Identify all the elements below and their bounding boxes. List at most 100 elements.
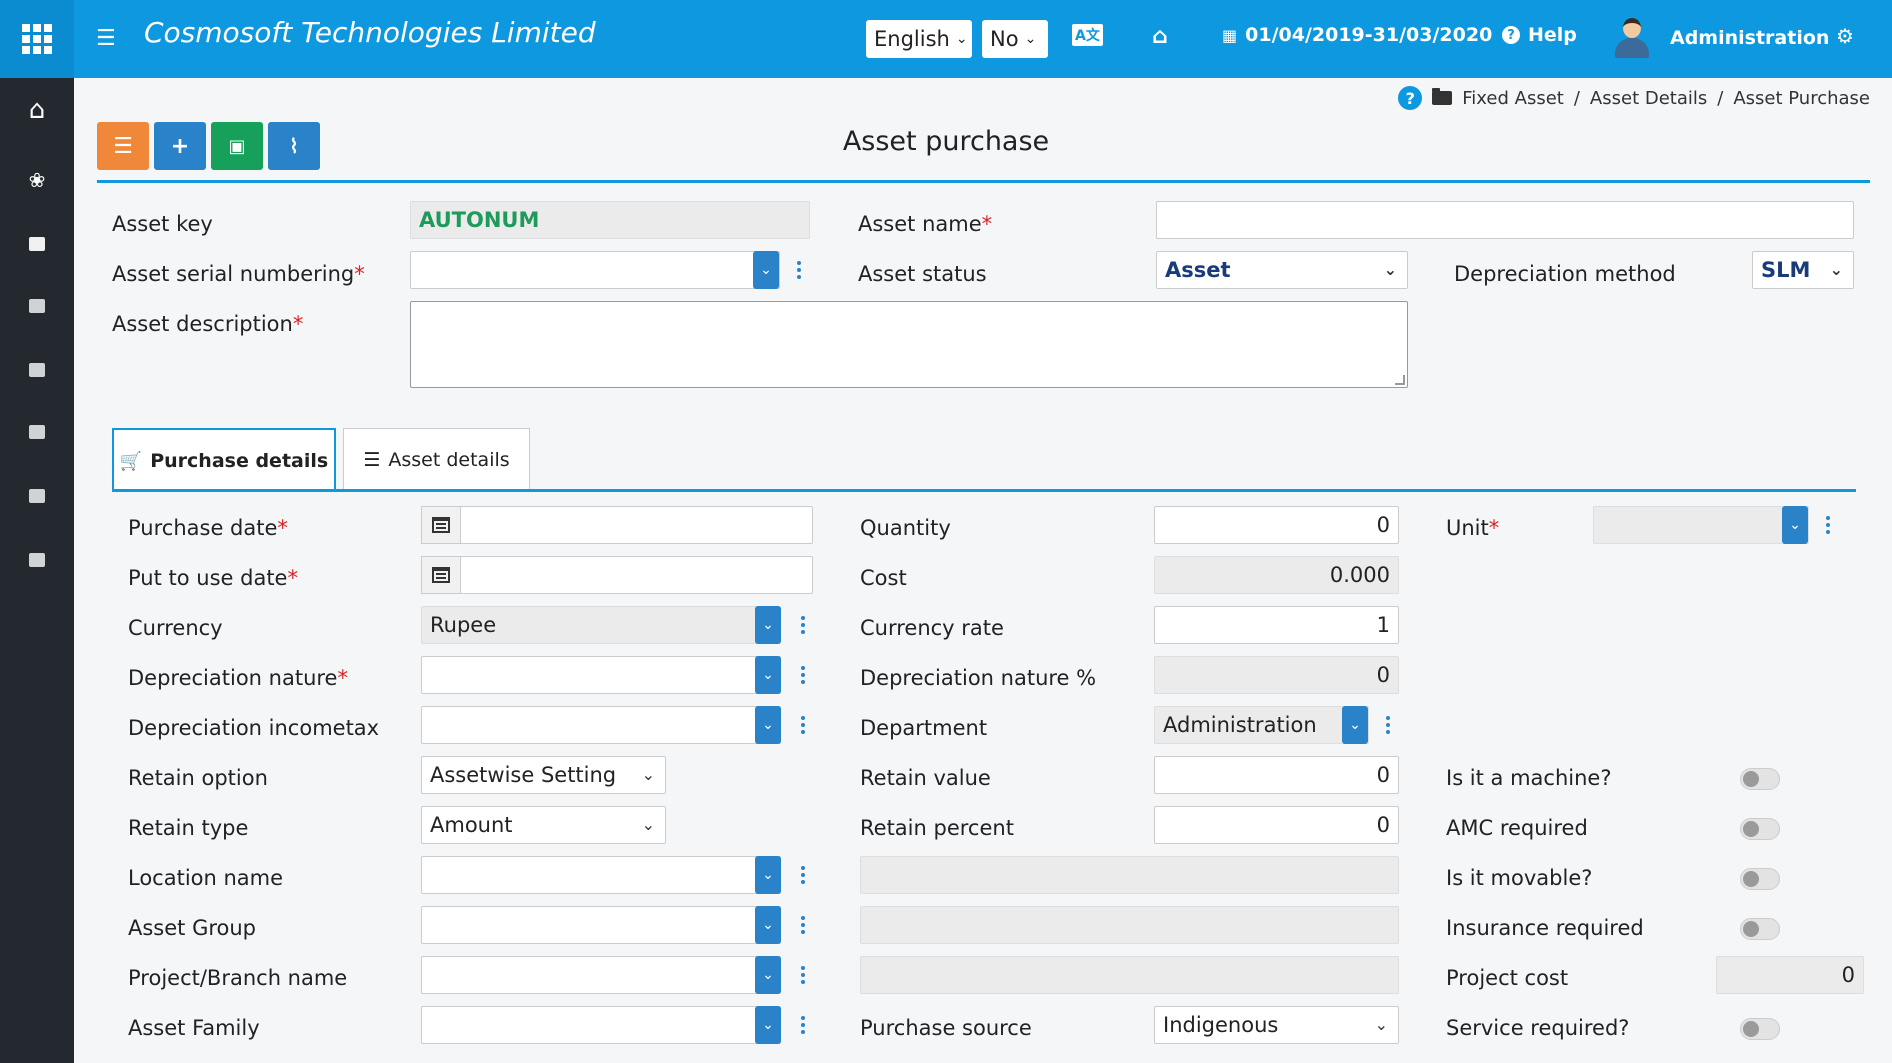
currency-select[interactable]: Rupee: [421, 606, 781, 644]
chevron-down-icon[interactable]: ⌄: [755, 1006, 781, 1044]
asset-status-select[interactable]: Asset ⌄: [1156, 251, 1408, 289]
more-options-icon[interactable]: [795, 606, 811, 644]
chevron-down-icon[interactable]: ⌄: [1782, 506, 1808, 544]
user-menu[interactable]: Administration: [1614, 18, 1829, 58]
asset-serial-select[interactable]: [410, 251, 780, 289]
settings-gear-icon[interactable]: ⚙: [1836, 24, 1854, 48]
location-detail-field: [860, 856, 1399, 894]
breadcrumb-fixed-asset[interactable]: Fixed Asset: [1462, 88, 1564, 109]
purchase-source-select[interactable]: Indigenous ⌄: [1154, 1006, 1399, 1044]
sidebar-item-6[interactable]: [0, 530, 74, 590]
asset-status-label: Asset status: [858, 262, 987, 286]
home-icon[interactable]: ⌂: [1152, 24, 1168, 49]
chevron-down-icon[interactable]: ⌄: [753, 251, 779, 289]
tab-purchase-details[interactable]: 🛒 Purchase details: [112, 428, 336, 492]
more-options-icon[interactable]: [795, 956, 811, 994]
more-options-icon[interactable]: [795, 856, 811, 894]
asset-serial-label: Asset serial numbering*: [112, 262, 365, 286]
retain-type-label: Retain type: [128, 816, 249, 840]
purchase-date-input[interactable]: [460, 506, 813, 544]
cost-field: 0.000: [1154, 556, 1399, 594]
chevron-down-icon: ⌄: [955, 31, 968, 47]
unit-select[interactable]: [1593, 506, 1809, 544]
is-machine-toggle[interactable]: [1740, 768, 1780, 790]
asset-family-select[interactable]: [421, 1006, 781, 1044]
sidebar-item-5[interactable]: [0, 466, 74, 526]
retain-option-value: Assetwise Setting: [430, 763, 617, 787]
chevron-down-icon: ⌄: [641, 815, 655, 834]
chevron-down-icon[interactable]: ⌄: [755, 606, 781, 644]
chevron-down-icon[interactable]: ⌄: [755, 956, 781, 994]
asset-description-textarea[interactable]: [410, 301, 1408, 388]
translate-icon[interactable]: A文: [1072, 24, 1103, 46]
depreciation-incometax-select[interactable]: [421, 706, 781, 744]
amc-required-toggle[interactable]: [1740, 818, 1780, 840]
square-icon: [29, 237, 45, 251]
chevron-down-icon[interactable]: ⌄: [755, 656, 781, 694]
purchase-source-value: Indigenous: [1163, 1013, 1279, 1037]
more-options-icon[interactable]: [795, 706, 811, 744]
chevron-down-icon[interactable]: ⌄: [755, 906, 781, 944]
service-required-label: Service required?: [1446, 1016, 1630, 1040]
no-select[interactable]: No ⌄: [982, 20, 1048, 58]
menu-toggle-icon[interactable]: ☰: [96, 26, 116, 51]
retain-percent-input[interactable]: 0: [1154, 806, 1399, 844]
purchase-date-calendar-button[interactable]: [421, 506, 461, 544]
chevron-down-icon: ⌄: [641, 765, 655, 784]
location-name-select[interactable]: [421, 856, 781, 894]
financial-period[interactable]: ▦ 01/04/2019-31/03/2020: [1222, 24, 1492, 46]
asset-name-input[interactable]: [1156, 201, 1854, 239]
help-label: Help: [1528, 24, 1577, 46]
is-movable-label: Is it movable?: [1446, 866, 1593, 890]
more-options-icon[interactable]: [795, 1006, 811, 1044]
tab-asset-label: Asset details: [388, 448, 510, 471]
insurance-required-toggle[interactable]: [1740, 918, 1780, 940]
chevron-down-icon[interactable]: ⌄: [755, 706, 781, 744]
help-circle-icon[interactable]: ?: [1398, 86, 1423, 110]
asset-group-select[interactable]: [421, 906, 781, 944]
depreciation-incometax-label: Depreciation incometax: [128, 716, 380, 740]
sidebar-item-3[interactable]: [0, 340, 74, 400]
department-select[interactable]: Administration: [1154, 706, 1369, 744]
project-branch-select[interactable]: [421, 956, 781, 994]
sidebar-item-2[interactable]: [0, 276, 74, 336]
resize-grip-icon[interactable]: [1395, 375, 1405, 385]
depreciation-method-label: Depreciation method: [1454, 262, 1676, 286]
chevron-down-icon[interactable]: ⌄: [1342, 706, 1368, 744]
user-name: Administration: [1670, 27, 1830, 49]
put-to-use-date-input[interactable]: [460, 556, 813, 594]
tab-purchase-label: Purchase details: [150, 450, 329, 472]
more-options-icon[interactable]: [1380, 706, 1396, 744]
is-movable-toggle[interactable]: [1740, 868, 1780, 890]
language-select[interactable]: English ⌄: [866, 20, 972, 58]
retain-option-select[interactable]: Assetwise Setting ⌄: [421, 756, 666, 794]
breadcrumb-asset-details[interactable]: Asset Details: [1590, 88, 1707, 109]
depreciation-nature-pct-label: Depreciation nature %: [860, 666, 1097, 690]
retain-value-label: Retain value: [860, 766, 991, 790]
sidebar-item-4[interactable]: [0, 402, 74, 462]
chevron-down-icon: ⌄: [1024, 31, 1037, 47]
is-machine-label: Is it a machine?: [1446, 766, 1612, 790]
service-required-toggle[interactable]: [1740, 1018, 1780, 1040]
currency-rate-input[interactable]: 1: [1154, 606, 1399, 644]
depreciation-nature-select[interactable]: [421, 656, 781, 694]
tab-asset-details[interactable]: ☰ Asset details: [343, 428, 530, 490]
location-name-label: Location name: [128, 866, 284, 890]
retain-value-input[interactable]: 0: [1154, 756, 1399, 794]
chevron-down-icon[interactable]: ⌄: [755, 856, 781, 894]
more-options-icon[interactable]: [795, 656, 811, 694]
apps-grid-icon[interactable]: [0, 0, 74, 78]
depreciation-method-select[interactable]: SLM ⌄: [1752, 251, 1854, 289]
retain-type-select[interactable]: Amount ⌄: [421, 806, 666, 844]
more-options-icon[interactable]: [795, 906, 811, 944]
quantity-input[interactable]: 0: [1154, 506, 1399, 544]
put-to-use-calendar-button[interactable]: [421, 556, 461, 594]
asset-name-label: Asset name*: [858, 212, 993, 236]
asset-status-value: Asset: [1165, 258, 1231, 282]
sidebar-item-1[interactable]: [0, 214, 74, 274]
more-options-icon[interactable]: [1820, 506, 1836, 544]
more-options-icon[interactable]: [791, 251, 807, 289]
breadcrumb-separator: /: [1573, 87, 1580, 109]
sidebar-modules-icon[interactable]: ❀: [0, 150, 74, 210]
help-button[interactable]: ? Help: [1502, 24, 1577, 46]
